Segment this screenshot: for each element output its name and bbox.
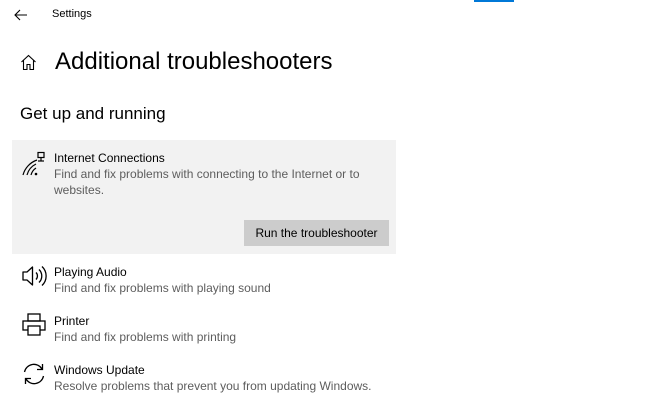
troubleshooter-internet-connections[interactable]: Internet Connections Find and fix proble… xyxy=(12,140,396,254)
troubleshooter-playing-audio[interactable]: Playing Audio Find and fix problems with… xyxy=(12,262,396,302)
title-bar: Settings xyxy=(0,0,650,30)
wifi-network-icon xyxy=(20,150,48,178)
run-troubleshooter-button[interactable]: Run the troubleshooter xyxy=(244,220,389,246)
page-title: Additional troubleshooters xyxy=(55,48,333,75)
section-title: Get up and running xyxy=(20,104,166,123)
app-title: Settings xyxy=(52,8,92,20)
item-title: Printer xyxy=(54,314,90,328)
speaker-icon xyxy=(20,262,48,290)
item-description: Find and fix problems with printing xyxy=(54,330,237,344)
printer-icon xyxy=(20,311,48,339)
item-text: Internet Connections Find and fix proble… xyxy=(54,150,386,198)
item-description: Resolve problems that prevent you from u… xyxy=(54,379,372,393)
item-text: Windows Update Resolve problems that pre… xyxy=(54,362,386,394)
troubleshooter-printer[interactable]: Printer Find and fix problems with print… xyxy=(12,311,396,351)
item-title: Playing Audio xyxy=(54,265,127,279)
item-title: Windows Update xyxy=(54,363,145,377)
home-button[interactable] xyxy=(18,52,38,72)
back-arrow-icon xyxy=(14,9,27,21)
back-button[interactable] xyxy=(10,5,32,25)
item-title: Internet Connections xyxy=(54,151,165,165)
page-header: Additional troubleshooters xyxy=(18,45,333,79)
item-description: Find and fix problems with playing sound xyxy=(54,281,271,295)
item-description: Find and fix problems with connecting to… xyxy=(54,167,360,197)
item-text: Playing Audio Find and fix problems with… xyxy=(54,264,386,296)
troubleshooter-windows-update[interactable]: Windows Update Resolve problems that pre… xyxy=(12,360,396,400)
item-text: Printer Find and fix problems with print… xyxy=(54,313,386,345)
accent-line xyxy=(474,0,514,2)
refresh-icon xyxy=(20,360,48,388)
home-icon xyxy=(20,54,36,70)
